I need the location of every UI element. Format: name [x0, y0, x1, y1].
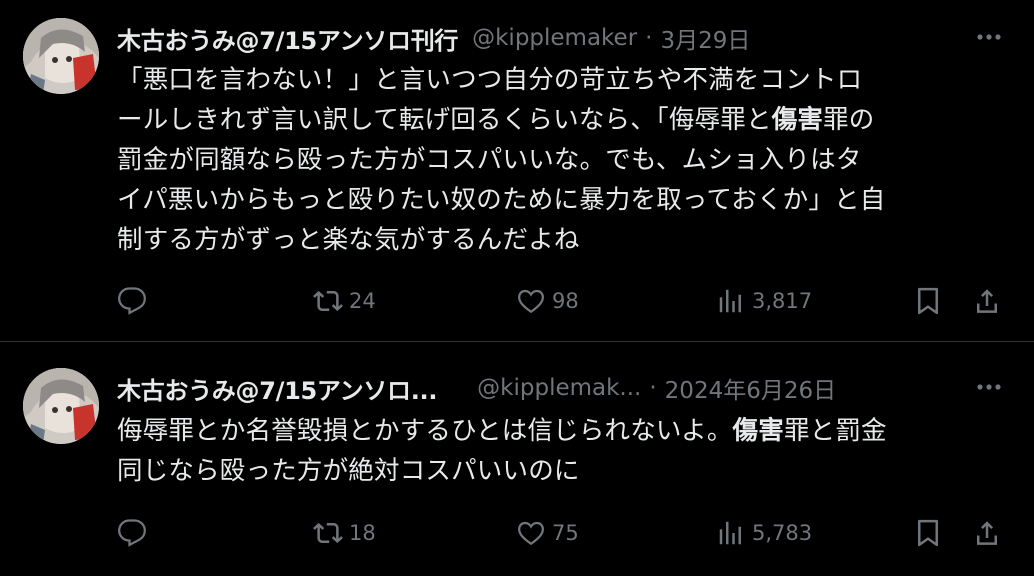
highlighted-keyword: 傷害	[771, 105, 824, 135]
share-icon	[977, 289, 997, 313]
views-button[interactable]: 5,783	[716, 513, 812, 553]
text-segment: 「悪口を言わない！」と言いつつ自分の苛立ちや不満をコントロ	[117, 65, 863, 95]
tweet[interactable]: 木古おうみ@7/15アンソロ... @kipplemak... · 2024年6…	[0, 342, 1034, 576]
text-segment: イパ悪いからもっと殴りたい奴のために暴力を取っておくか」と自	[117, 185, 886, 215]
author-handle[interactable]: @kipplemaker	[472, 25, 637, 51]
text-segment: ールしきれず言い訳して転げ回るくらいなら、「侮辱罪と	[117, 105, 772, 135]
avatar[interactable]	[23, 18, 99, 94]
more-icon[interactable]	[972, 20, 1006, 54]
tweet-text-line: イパ悪いからもっと殴りたい奴のために暴力を取っておくか」と自	[117, 180, 1012, 220]
share-icon	[977, 521, 997, 545]
retweet-count: 24	[349, 289, 376, 313]
text-segment: 制する方がずっと楽な気がするんだよね	[117, 225, 580, 255]
tweet-header: 木古おうみ@7/15アンソロ... @kipplemak... · 2024年6…	[117, 368, 957, 408]
tweet-text-line: 「悪口を言わない！」と言いつつ自分の苛立ちや不満をコントロ	[117, 60, 1012, 100]
tweet[interactable]: 木古おうみ@7/15アンソロ刊行 @kipplemaker · 3月29日 「悪…	[0, 0, 1034, 341]
tweet-header: 木古おうみ@7/15アンソロ刊行 @kipplemaker · 3月29日	[117, 18, 957, 58]
view-count: 3,817	[752, 289, 813, 313]
like-button[interactable]: 98	[516, 281, 579, 321]
retweet-icon	[313, 522, 343, 544]
retweet-button[interactable]: 24	[313, 281, 376, 321]
text-segment: 罪の	[823, 105, 875, 135]
highlighted-keyword: 傷害	[732, 416, 784, 446]
tweet-text-line: 罰金が同額なら殴った方がコスパいいな。でも、ムショ入りはタ	[117, 140, 1012, 180]
like-icon	[517, 289, 545, 314]
like-count: 98	[552, 289, 579, 313]
reply-button[interactable]	[117, 281, 147, 321]
tweet-text-line: 制する方がずっと楽な気がするんだよね	[117, 220, 1012, 260]
author-name[interactable]: 木古おうみ@7/15アンソロ刊行	[117, 21, 458, 56]
author-handle[interactable]: @kipplemak...	[477, 375, 641, 401]
more-icon[interactable]	[972, 370, 1006, 404]
reply-button[interactable]	[117, 513, 147, 553]
bookmark-icon	[918, 287, 938, 315]
tweet-text-line: 同じなら殴った方が絶対コスパいいのに	[117, 451, 1012, 491]
tweet-text-line: 侮辱罪とか名誉毀損とかするひとは信じられないよ。傷害罪と罰金	[117, 411, 1012, 451]
like-icon	[517, 521, 545, 546]
text-segment: 罪と罰金	[783, 416, 887, 446]
retweet-icon	[313, 290, 343, 312]
text-segment: 侮辱罪とか名誉毀損とかするひとは信じられないよ。	[117, 416, 733, 446]
reply-icon	[118, 519, 146, 547]
reply-icon	[118, 287, 146, 315]
text-segment: 罰金が同額なら殴った方がコスパいいな。でも、ムショ入りはタ	[117, 145, 862, 175]
view-count: 5,783	[752, 521, 813, 545]
separator: ·	[649, 375, 657, 401]
tweet-date[interactable]: 2024年6月26日	[665, 371, 836, 405]
bookmark-button[interactable]	[913, 513, 943, 553]
views-icon	[719, 521, 741, 545]
tweet-text: 「悪口を言わない！」と言いつつ自分の苛立ちや不満をコントロ ールしきれず言い訳して…	[117, 60, 1012, 260]
action-bar: 24 98 3,817	[0, 281, 1034, 321]
retweet-count: 18	[349, 521, 376, 545]
text-segment: 同じなら殴った方が絶対コスパいいのに	[117, 456, 580, 486]
bookmark-button[interactable]	[913, 281, 943, 321]
views-icon	[719, 289, 741, 313]
like-count: 75	[552, 521, 579, 545]
views-button[interactable]: 3,817	[716, 281, 812, 321]
tweet-date[interactable]: 3月29日	[660, 21, 750, 55]
separator: ·	[645, 25, 653, 51]
avatar[interactable]	[23, 368, 99, 444]
share-button[interactable]	[972, 281, 1002, 321]
retweet-button[interactable]: 18	[313, 513, 376, 553]
author-name[interactable]: 木古おうみ@7/15アンソロ...	[117, 371, 437, 406]
tweet-text-line: ールしきれず言い訳して転げ回るくらいなら、「侮辱罪と傷害罪の	[117, 100, 1012, 140]
like-button[interactable]: 75	[516, 513, 579, 553]
share-button[interactable]	[972, 513, 1002, 553]
bookmark-icon	[918, 519, 938, 547]
action-bar: 18 75 5,783	[0, 513, 1034, 553]
tweet-text: 侮辱罪とか名誉毀損とかするひとは信じられないよ。傷害罪と罰金同じなら殴った方が絶…	[117, 411, 1012, 491]
